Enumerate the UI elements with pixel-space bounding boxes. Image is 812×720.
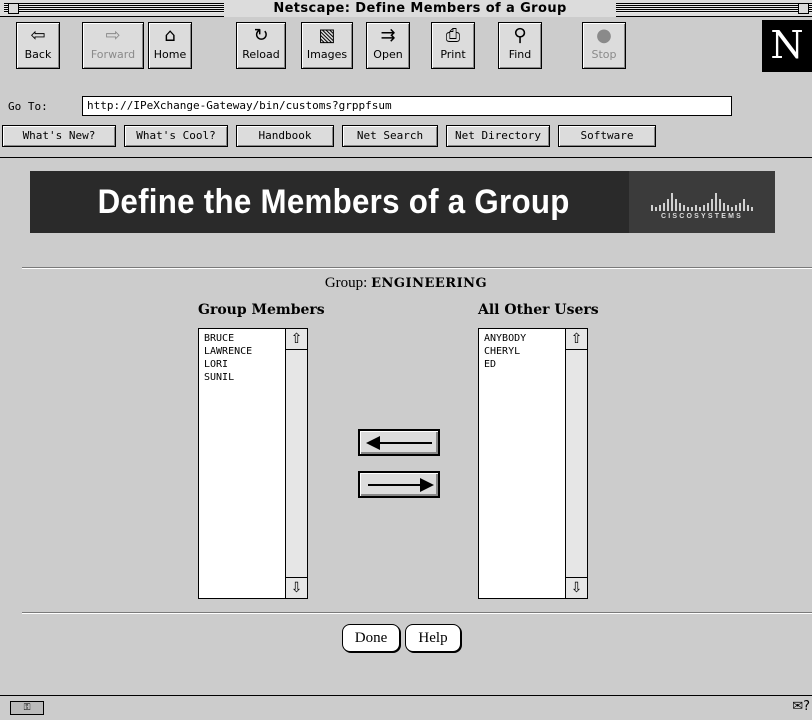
group-members-scrollbar[interactable]: ⇧ ⇩: [285, 329, 307, 598]
software-button[interactable]: Software: [558, 125, 656, 147]
reload-label: Reload: [242, 48, 280, 61]
open-icon: ⇉: [380, 25, 396, 46]
back-button[interactable]: ⇦ Back: [16, 22, 60, 69]
list-item[interactable]: SUNIL: [204, 371, 285, 384]
status-bar: ⚿ ✉?: [0, 695, 812, 720]
images-icon: ▧: [318, 25, 336, 46]
move-to-others-button[interactable]: [358, 471, 440, 498]
list-item[interactable]: ANYBODY: [484, 332, 565, 345]
divider-bottom: [22, 612, 812, 614]
scroll-down-icon[interactable]: ⇩: [566, 577, 587, 598]
list-item[interactable]: CHERYL: [484, 345, 565, 358]
arrow-right-icon: [368, 478, 434, 492]
cisco-bridge-icon: [651, 193, 753, 211]
images-button[interactable]: ▧ Images: [301, 22, 353, 69]
group-members-items: BRUCE LAWRENCE LORI SUNIL: [199, 332, 285, 384]
print-icon: ⎙: [445, 25, 461, 46]
group-members-list[interactable]: BRUCE LAWRENCE LORI SUNIL ⇧ ⇩: [198, 328, 308, 599]
other-users-heading: All Other Users: [478, 302, 599, 318]
whats-new-button[interactable]: What's New?: [2, 125, 116, 147]
done-button[interactable]: Done: [342, 624, 400, 652]
find-label: Find: [508, 48, 532, 61]
cisco-logo-text: CISCOSYSTEMS: [660, 213, 744, 220]
list-item[interactable]: LAWRENCE: [204, 345, 285, 358]
home-button[interactable]: ⌂ Home: [148, 22, 192, 69]
other-users-list[interactable]: ANYBODY CHERYL ED ⇧ ⇩: [478, 328, 588, 599]
handbook-button[interactable]: Handbook: [236, 125, 334, 147]
window-title: Netscape: Define Members of a Group: [224, 0, 616, 17]
arrow-left-icon: [366, 436, 432, 450]
move-to-members-button[interactable]: [358, 429, 440, 456]
images-label: Images: [306, 48, 348, 61]
net-search-button[interactable]: Net Search: [342, 125, 438, 147]
banner-title: Define the Members of a Group: [97, 183, 570, 221]
page-content: Define the Members of a Group CISCOSYSTE…: [0, 159, 812, 695]
netscape-logo[interactable]: N: [762, 20, 812, 72]
net-directory-button[interactable]: Net Directory: [446, 125, 550, 147]
zoom-box-icon[interactable]: [798, 3, 809, 14]
page-banner: Define the Members of a Group CISCOSYSTE…: [30, 171, 775, 233]
mail-icon[interactable]: ✉?: [792, 699, 810, 714]
whats-cool-button[interactable]: What's Cool?: [124, 125, 228, 147]
forward-arrow-icon: ⇨: [105, 25, 121, 46]
print-button[interactable]: ⎙ Print: [431, 22, 475, 69]
close-box-icon[interactable]: [8, 3, 19, 14]
scroll-up-icon[interactable]: ⇧: [286, 329, 307, 350]
scroll-up-icon[interactable]: ⇧: [566, 329, 587, 350]
cisco-logo: CISCOSYSTEMS: [629, 171, 775, 233]
stop-icon: ●: [596, 25, 612, 46]
divider-top: [22, 267, 812, 269]
security-key-icon[interactable]: ⚿: [10, 701, 44, 715]
back-arrow-icon: ⇦: [30, 25, 46, 46]
group-label: Group:: [324, 275, 368, 291]
list-item[interactable]: ED: [484, 358, 565, 371]
stop-button[interactable]: ● Stop: [582, 22, 626, 69]
stop-label: Stop: [591, 48, 617, 61]
window-title-bar[interactable]: Netscape: Define Members of a Group: [0, 0, 812, 17]
goto-label: Go To:: [8, 100, 48, 113]
group-name: ENGINEERING: [371, 276, 488, 291]
back-label: Back: [24, 48, 52, 61]
list-item[interactable]: LORI: [204, 358, 285, 371]
scroll-down-icon[interactable]: ⇩: [286, 577, 307, 598]
help-button[interactable]: Help: [405, 624, 461, 652]
navigation-toolbar: ⇦ Back ⇨ Forward ⌂ Home ↻ Reload ▧ Image…: [0, 18, 812, 158]
home-label: Home: [153, 48, 187, 61]
find-button[interactable]: ⚲ Find: [498, 22, 542, 69]
reload-icon: ↻: [253, 25, 269, 46]
open-label: Open: [373, 48, 403, 61]
open-button[interactable]: ⇉ Open: [366, 22, 410, 69]
group-line: Group: ENGINEERING: [0, 275, 812, 292]
list-item[interactable]: BRUCE: [204, 332, 285, 345]
forward-button[interactable]: ⇨ Forward: [82, 22, 144, 69]
url-input[interactable]: http://IPeXchange-Gateway/bin/customs?gr…: [82, 96, 732, 116]
print-label: Print: [440, 48, 466, 61]
find-icon: ⚲: [513, 25, 527, 46]
home-icon: ⌂: [164, 25, 176, 46]
other-users-scrollbar[interactable]: ⇧ ⇩: [565, 329, 587, 598]
other-users-items: ANYBODY CHERYL ED: [479, 332, 565, 371]
group-members-heading: Group Members: [198, 302, 325, 318]
forward-label: Forward: [90, 48, 136, 61]
reload-button[interactable]: ↻ Reload: [236, 22, 286, 69]
